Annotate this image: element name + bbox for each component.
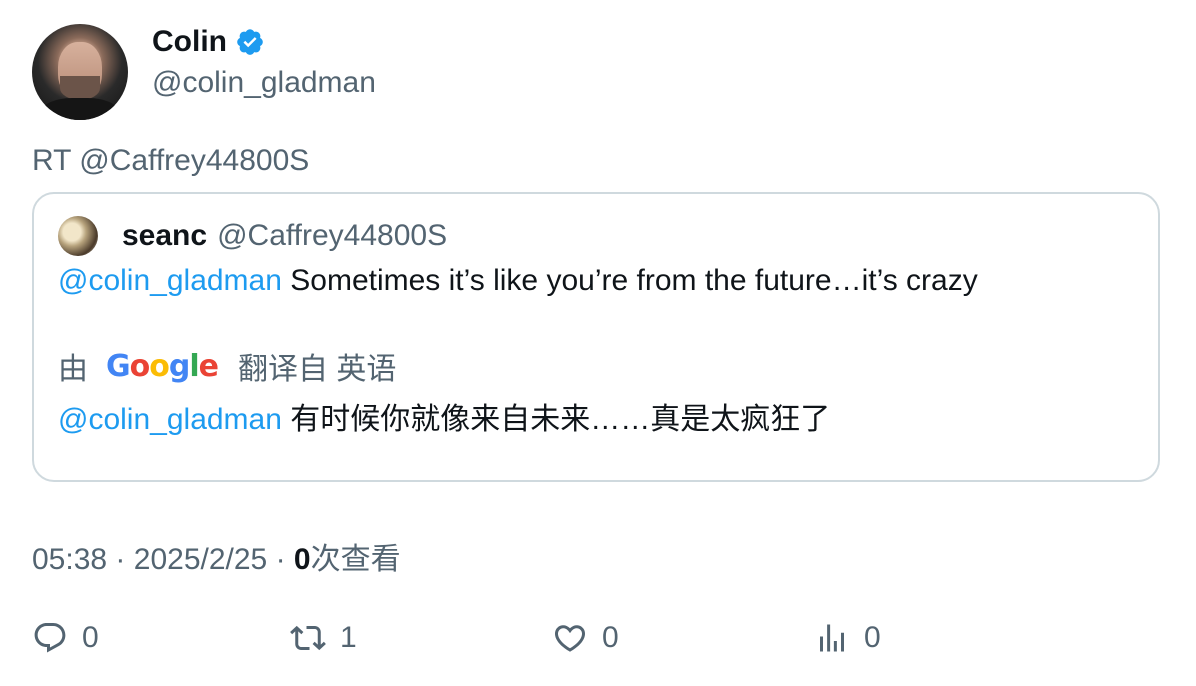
author-display-name[interactable]: Colin — [152, 25, 227, 59]
quoted-tweet-text: @colin_gladman Sometimes it’s like you’r… — [58, 264, 978, 298]
translated-mention-link[interactable]: @colin_gladman — [58, 403, 282, 436]
verified-badge-icon — [235, 27, 265, 57]
author-handle[interactable]: @colin_gladman — [152, 66, 376, 100]
translated-body: 有时候你就像来自未来……真是太疯狂了 — [290, 403, 831, 436]
translation-attribution: 由 Google 翻译自 英语 — [58, 344, 396, 388]
author-names: Colin @colin_gladman — [152, 24, 376, 100]
retweet-button[interactable]: 1 — [290, 620, 357, 656]
like-count: 0 — [602, 621, 619, 654]
retweet-count: 1 — [340, 621, 357, 654]
tweet-date[interactable]: 2025/2/25 — [134, 543, 267, 576]
quoted-tweet-header: seanc @Caffrey44800S — [58, 216, 447, 256]
views-button[interactable]: 0 — [814, 620, 881, 656]
quoted-tweet-body: Sometimes it’s like you’re from the futu… — [290, 264, 978, 297]
analytics-icon — [820, 624, 844, 652]
quoted-tweet-card[interactable]: seanc @Caffrey44800S @colin_gladman Some… — [32, 192, 1160, 482]
heart-icon — [554, 625, 586, 652]
like-button[interactable]: 0 — [552, 620, 619, 656]
quoted-author-avatar[interactable] — [58, 216, 98, 256]
translate-prefix: 由 — [58, 353, 88, 386]
meta-separator-2: · — [275, 543, 286, 576]
tweet-time[interactable]: 05:38 — [32, 543, 107, 576]
tweet-meta: 05:38 · 2025/2/25 · 0次查看 — [32, 534, 401, 578]
mention-link[interactable]: @colin_gladman — [58, 264, 282, 297]
translated-tweet-text: @colin_gladman 有时候你就像来自未来……真是太疯狂了 — [58, 394, 830, 438]
meta-separator: · — [115, 543, 126, 576]
tweet-page: Colin @colin_gladman RT @Caffrey44800S s… — [0, 0, 1196, 686]
views-count: 0 — [293, 543, 311, 576]
retweet-icon — [290, 625, 326, 651]
views-action-count: 0 — [864, 621, 881, 654]
reply-button[interactable]: 0 — [32, 620, 99, 656]
google-logo: Google — [106, 348, 219, 384]
author-avatar[interactable] — [32, 24, 128, 120]
reply-count: 0 — [82, 621, 99, 654]
quoted-author-name[interactable]: seanc — [122, 219, 207, 253]
action-bar: 0 1 0 0 — [32, 620, 1132, 660]
author-header: Colin @colin_gladman — [32, 24, 376, 120]
quoted-author-handle[interactable]: @Caffrey44800S — [217, 219, 447, 253]
reply-icon — [34, 623, 66, 653]
retweet-text: RT @Caffrey44800S — [32, 144, 310, 177]
views-label: 次查看 — [310, 543, 401, 576]
translate-suffix: 翻译自 英语 — [238, 353, 397, 386]
